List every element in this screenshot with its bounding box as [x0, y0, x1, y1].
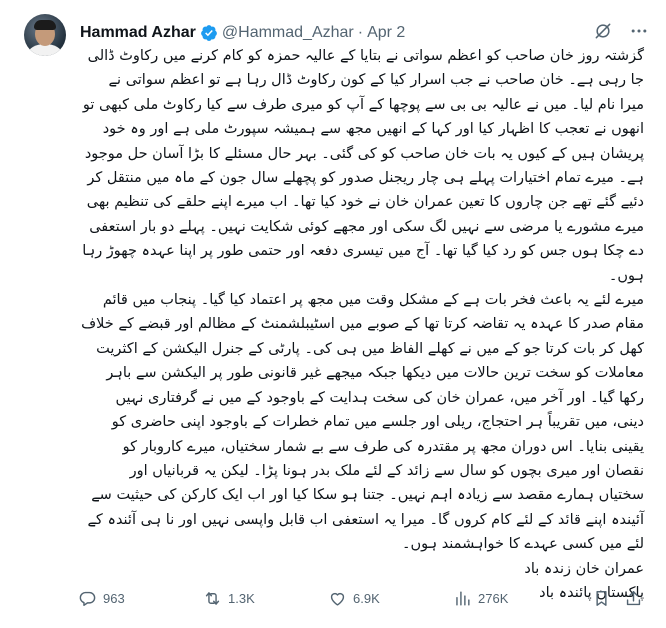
separator-dot: ·	[357, 24, 364, 41]
tweet-text: گزشتہ روز خان صاحب کو اعظم سواتی نے بتای…	[80, 44, 644, 605]
bookmark-icon	[592, 589, 611, 608]
tweet-action-bar: 963 1.3K 6.9K 276K	[78, 586, 648, 610]
like-button[interactable]: 6.9K	[328, 589, 380, 608]
reply-count: 963	[103, 590, 125, 606]
avatar[interactable]	[24, 14, 66, 56]
tweet-closing-line: عمران خان زندہ باد	[524, 560, 644, 577]
retweet-button[interactable]: 1.3K	[203, 589, 255, 608]
share-button[interactable]	[624, 589, 643, 608]
author-handle[interactable]: @Hammad_Azhar	[222, 24, 354, 42]
more-icon[interactable]	[628, 20, 650, 42]
tweet-paragraph: گزشتہ روز خان صاحب کو اعظم سواتی نے بتای…	[82, 48, 644, 284]
tweet-header: Hammad Azhar @Hammad_Azhar · Apr 2	[80, 22, 405, 44]
tweet-date[interactable]: Apr 2	[367, 24, 405, 42]
avatar-hair	[34, 20, 56, 30]
heart-icon	[328, 589, 347, 608]
share-icon	[624, 589, 643, 608]
retweet-count: 1.3K	[228, 590, 255, 606]
retweet-icon	[203, 589, 222, 608]
views-icon	[453, 589, 472, 608]
reply-button[interactable]: 963	[78, 589, 125, 608]
like-count: 6.9K	[353, 590, 380, 606]
tweet-paragraph: میرے لئے یہ باعث فخر بات ہے کے مشکل وقت …	[81, 292, 644, 553]
verified-badge-icon	[200, 24, 218, 42]
bookmark-button[interactable]	[592, 589, 611, 608]
views-count: 276K	[478, 590, 509, 606]
reply-icon	[78, 589, 97, 608]
tweet-top-actions	[592, 20, 650, 42]
views-button[interactable]: 276K	[453, 589, 508, 608]
author-name[interactable]: Hammad Azhar	[80, 24, 196, 42]
grok-icon[interactable]	[592, 20, 614, 42]
